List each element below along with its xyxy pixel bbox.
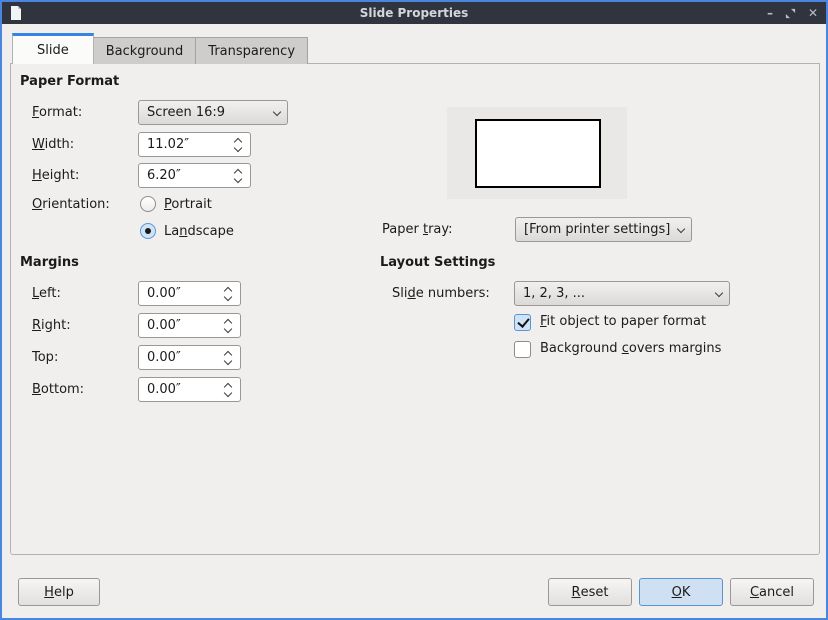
width-label: Width: — [32, 132, 74, 157]
margin-bottom-label: Bottom: — [32, 377, 84, 402]
titlebar: Slide Properties – ✕ — [2, 2, 826, 24]
chevron-down-icon — [273, 107, 281, 115]
spin-down-icon[interactable] — [224, 356, 232, 364]
height-value: 6.20″ — [147, 168, 226, 183]
width-value: 11.02″ — [147, 137, 226, 152]
landscape-radio[interactable] — [140, 223, 156, 239]
fit-object-label[interactable]: Fit object to paper format — [540, 312, 706, 332]
spin-down-icon[interactable] — [224, 292, 232, 300]
orientation-label: Orientation: — [32, 192, 110, 217]
paper-tray-value: [From printer settings] — [524, 222, 678, 237]
help-button[interactable]: Help — [18, 578, 100, 606]
margin-right-value: 0.00″ — [147, 318, 216, 333]
slide-numbers-label: Slide numbers: — [392, 281, 490, 306]
margin-right-stepper[interactable]: 0.00″ — [138, 313, 241, 338]
spin-buttons — [216, 282, 240, 305]
paper-tray-dropdown[interactable]: [From printer settings] — [515, 217, 692, 242]
height-stepper[interactable]: 6.20″ — [138, 163, 251, 188]
format-value: Screen 16:9 — [147, 105, 274, 120]
margin-left-value: 0.00″ — [147, 286, 216, 301]
margin-right-label: Right: — [32, 313, 71, 338]
height-spin-buttons — [226, 164, 250, 187]
background-covers-checkbox[interactable] — [514, 341, 531, 358]
tab-transparency[interactable]: Transparency — [195, 37, 308, 64]
spin-down-icon[interactable] — [224, 388, 232, 396]
slide-numbers-dropdown[interactable]: 1, 2, 3, ... — [514, 281, 730, 306]
tab-panel — [10, 63, 820, 555]
margin-left-label: Left: — [32, 281, 61, 306]
maximize-button[interactable] — [785, 8, 796, 19]
spin-buttons — [216, 314, 240, 337]
paper-format-heading: Paper Format — [20, 73, 119, 91]
spin-buttons — [216, 346, 240, 369]
ok-button[interactable]: OK — [639, 578, 723, 606]
height-label: Height: — [32, 163, 79, 188]
format-label: Format: — [32, 100, 82, 125]
tab-bar: Slide Background Transparency — [12, 33, 308, 64]
maximize-icon — [785, 8, 796, 19]
portrait-label[interactable]: Portrait — [164, 192, 212, 217]
spin-down-icon[interactable] — [224, 324, 232, 332]
chevron-down-icon — [677, 224, 685, 232]
slide-numbers-value: 1, 2, 3, ... — [523, 286, 716, 301]
margin-bottom-value: 0.00″ — [147, 382, 216, 397]
slide-properties-dialog: Slide Properties – ✕ Slide Background Tr… — [0, 0, 828, 620]
paper-preview — [475, 119, 601, 188]
minimize-button[interactable]: – — [767, 2, 773, 24]
spin-down-icon[interactable] — [234, 174, 242, 182]
layout-settings-heading: Layout Settings — [380, 254, 495, 272]
width-stepper[interactable]: 11.02″ — [138, 132, 251, 157]
cancel-button[interactable]: Cancel — [730, 578, 814, 606]
close-button[interactable]: ✕ — [808, 2, 818, 24]
margins-heading: Margins — [20, 254, 79, 272]
margin-top-value: 0.00″ — [147, 350, 216, 365]
margin-top-stepper[interactable]: 0.00″ — [138, 345, 241, 370]
reset-button[interactable]: Reset — [548, 578, 632, 606]
tab-background[interactable]: Background — [93, 37, 197, 64]
format-dropdown[interactable]: Screen 16:9 — [138, 100, 288, 125]
spin-down-icon[interactable] — [234, 143, 242, 151]
tab-slide[interactable]: Slide — [12, 33, 94, 64]
portrait-radio[interactable] — [140, 196, 156, 212]
window-title: Slide Properties — [2, 2, 826, 24]
background-covers-label[interactable]: Background covers margins — [540, 339, 721, 359]
chevron-down-icon — [715, 288, 723, 296]
margin-left-stepper[interactable]: 0.00″ — [138, 281, 241, 306]
margin-top-label: Top: — [32, 345, 58, 370]
landscape-label[interactable]: Landscape — [164, 219, 234, 244]
paper-tray-label: Paper tray: — [382, 217, 453, 242]
fit-object-checkbox[interactable] — [514, 314, 531, 331]
window-controls: – ✕ — [767, 2, 818, 24]
width-spin-buttons — [226, 133, 250, 156]
spin-buttons — [216, 378, 240, 401]
margin-bottom-stepper[interactable]: 0.00″ — [138, 377, 241, 402]
